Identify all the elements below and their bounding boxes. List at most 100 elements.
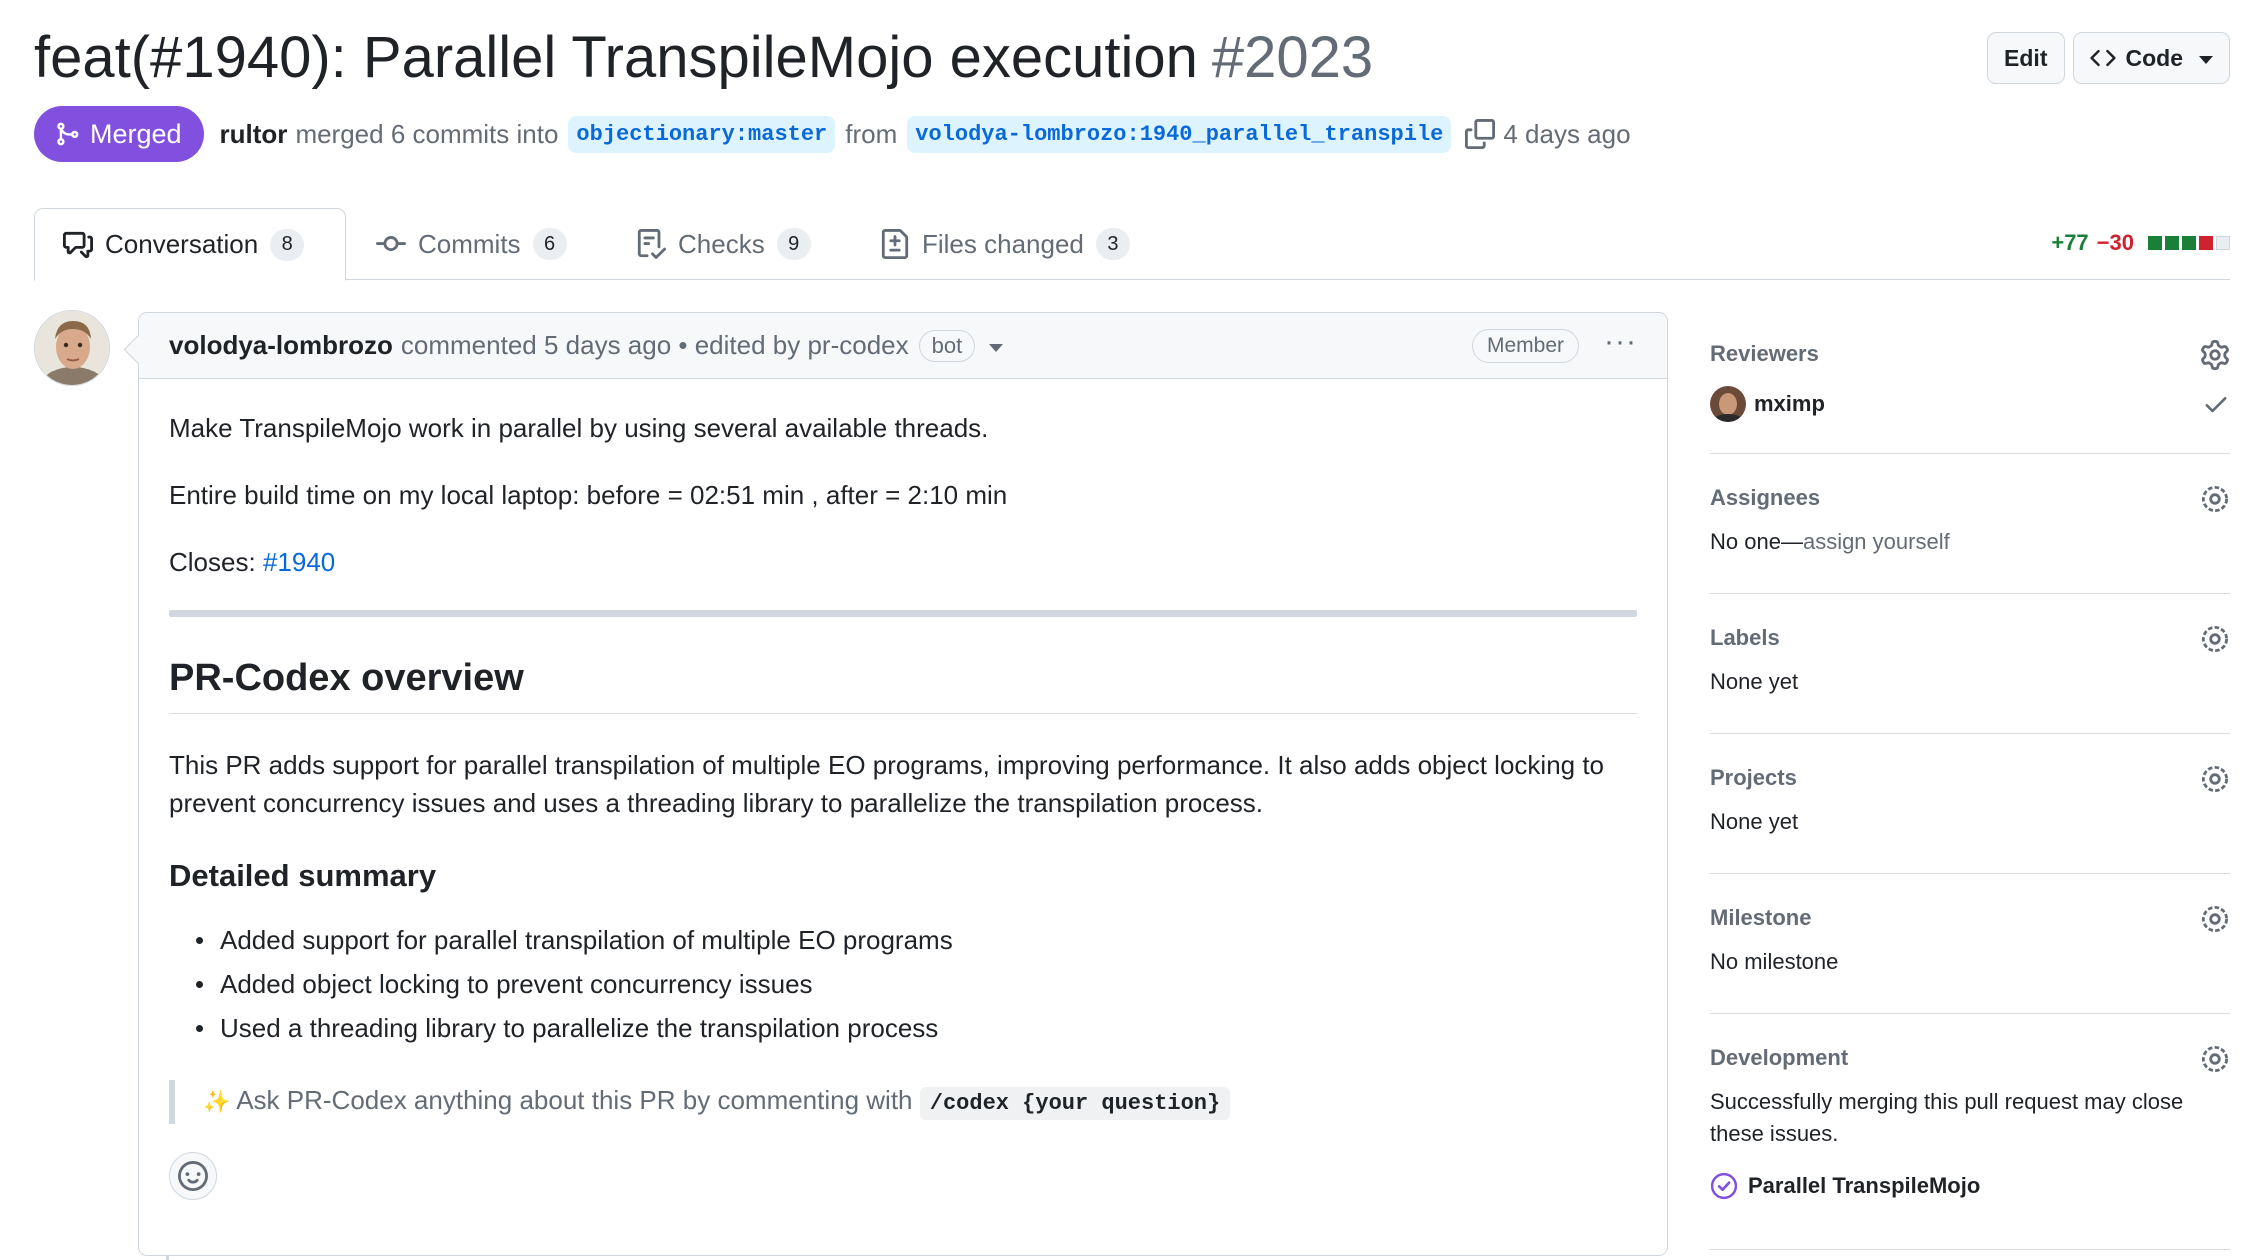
assignees-value: No one—assign yourself xyxy=(1710,526,2230,558)
code-button[interactable]: Code xyxy=(2072,32,2230,84)
add-reaction-button[interactable] xyxy=(169,1152,217,1200)
pr-description-comment: volodya-lombrozo commented 5 days ago • … xyxy=(138,312,1668,1256)
codex-command: /codex {your question} xyxy=(919,1087,1231,1120)
milestone-value: No milestone xyxy=(1710,949,1839,974)
tab-commits[interactable]: Commits 6 xyxy=(376,208,567,280)
comment-action[interactable]: commented 5 days ago • edited by pr-code… xyxy=(401,330,909,361)
assignees-none: No one— xyxy=(1710,529,1803,554)
reviewer-avatar xyxy=(1710,386,1746,422)
development-title: Development xyxy=(1710,1045,1849,1070)
sidebar-reviewers: Reviewers mximp xyxy=(1710,334,2230,454)
gear-icon[interactable] xyxy=(2200,624,2230,654)
git-commit-icon xyxy=(376,236,406,252)
avatar-image xyxy=(35,311,109,385)
comment-author-avatar[interactable] xyxy=(34,310,110,386)
pr-tabs: Conversation 8 Commits 6 Checks 9 Files … xyxy=(34,208,2230,281)
gear-icon[interactable] xyxy=(2200,904,2230,934)
merged-status-label: Merged xyxy=(90,118,182,149)
smiley-icon xyxy=(178,1161,208,1191)
closes-line: Closes: #1940 xyxy=(169,543,1637,581)
gear-icon[interactable] xyxy=(2200,340,2230,370)
gear-icon[interactable] xyxy=(2200,764,2230,794)
comment-discussion-icon xyxy=(63,231,93,258)
diffstat-deletions: −30 xyxy=(2096,230,2134,255)
reviewer-avatar-image xyxy=(1710,386,1746,422)
diffstat-bar xyxy=(2216,236,2230,250)
linked-issue[interactable]: Parallel TranspileMojo xyxy=(1710,1172,2230,1200)
head-branch[interactable]: volodya-lombrozo:1940_parallel_transpile xyxy=(907,115,1452,153)
diffstat[interactable]: +77 −30 xyxy=(2051,230,2230,256)
base-branch[interactable]: objectionary:master xyxy=(568,115,836,153)
sidebar-assignees: Assignees No one—assign yourself xyxy=(1710,454,2230,594)
comment-author[interactable]: volodya-lombrozo xyxy=(169,330,393,361)
codex-quote: ✨ Ask PR-Codex anything about this PR by… xyxy=(169,1080,1637,1124)
overview-text: This PR adds support for parallel transp… xyxy=(169,750,1605,818)
list-item: Used a threading library to parallelize … xyxy=(169,1006,1637,1050)
tab-conversation[interactable]: Conversation 8 xyxy=(34,208,346,281)
reviewers-title: Reviewers xyxy=(1710,341,1819,366)
diffstat-bars xyxy=(2148,236,2230,250)
git-merge-icon xyxy=(57,122,79,146)
tab-files-changed-count: 3 xyxy=(1095,228,1130,260)
list-item: Added object locking to prevent concurre… xyxy=(169,962,1637,1006)
horizontal-rule xyxy=(169,610,1637,617)
assignees-title: Assignees xyxy=(1710,485,1821,510)
merge-time: 4 days ago xyxy=(1503,118,1631,149)
code-icon xyxy=(2089,49,2116,67)
edit-button[interactable]: Edit xyxy=(1987,32,2065,84)
merge-description: merged 6 commits into xyxy=(295,118,559,149)
summary-list: Added support for parallel transpilation… xyxy=(169,918,1637,1050)
comment-paragraph: Make TranspileMojo work in parallel by u… xyxy=(169,413,989,443)
diffstat-bar xyxy=(2182,236,2196,250)
pr-number: #2023 xyxy=(1211,25,1374,90)
reviewer-item[interactable]: mximp xyxy=(1710,386,2230,422)
checklist-icon xyxy=(637,229,666,259)
comment-header: volodya-lombrozo commented 5 days ago • … xyxy=(139,313,1667,379)
tab-checks[interactable]: Checks 9 xyxy=(636,208,811,280)
tab-checks-label: Checks xyxy=(678,228,765,259)
member-badge: Member xyxy=(1471,329,1579,363)
tab-commits-label: Commits xyxy=(418,228,521,259)
edit-history-chevron-icon[interactable] xyxy=(989,343,1004,352)
sidebar-development: Development Successfully merging this pu… xyxy=(1710,1014,2230,1250)
check-icon xyxy=(2205,397,2227,413)
comment-body: Make TranspileMojo work in parallel by u… xyxy=(139,379,1667,1200)
tab-files-changed-label: Files changed xyxy=(922,228,1084,259)
tab-checks-count: 9 xyxy=(776,228,811,260)
sidebar-milestone: Milestone No milestone xyxy=(1710,874,2230,1014)
copy-icon[interactable] xyxy=(1465,119,1496,149)
sidebar-projects: Projects None yet xyxy=(1710,734,2230,874)
chevron-down-icon xyxy=(2199,56,2213,64)
development-value: Successfully merging this pull request m… xyxy=(1710,1089,2184,1146)
gear-icon[interactable] xyxy=(2200,484,2230,514)
overview-heading: PR-Codex overview xyxy=(169,655,1637,714)
diffstat-bar xyxy=(2148,236,2162,250)
tab-files-changed[interactable]: Files changed 3 xyxy=(880,208,1130,280)
assign-yourself-link[interactable]: assign yourself xyxy=(1803,529,1950,554)
milestone-title: Milestone xyxy=(1710,905,1812,930)
bot-badge: bot xyxy=(918,329,976,362)
pr-sidebar: Reviewers mximp Assignees No one—assign … xyxy=(1710,334,2230,1250)
merged-status-badge: Merged xyxy=(34,106,204,162)
pr-title-text: feat(#1940): Parallel TranspileMojo exec… xyxy=(34,25,1198,90)
linked-issue-title: Parallel TranspileMojo xyxy=(1748,1173,1981,1198)
list-item: Added support for parallel transpilation… xyxy=(169,918,1637,962)
issue-link[interactable]: #1940 xyxy=(263,547,335,577)
merger-link[interactable]: rultor xyxy=(220,119,288,150)
summary-heading: Detailed summary xyxy=(169,858,437,893)
file-diff-icon xyxy=(881,229,909,259)
labels-title: Labels xyxy=(1710,625,1780,650)
kebab-menu-icon[interactable]: ··· xyxy=(1604,325,1637,359)
sidebar-labels: Labels None yet xyxy=(1710,594,2230,734)
closes-label: Closes: xyxy=(169,547,256,577)
comment-paragraph: Entire build time on my local laptop: be… xyxy=(169,480,1008,510)
pr-title: feat(#1940): Parallel TranspileMojo exec… xyxy=(34,22,1373,94)
projects-title: Projects xyxy=(1710,765,1797,790)
projects-value: None yet xyxy=(1710,809,1799,834)
reviewer-name: mximp xyxy=(1754,391,1825,416)
gear-icon[interactable] xyxy=(2200,1044,2230,1074)
tab-conversation-label: Conversation xyxy=(105,229,259,259)
codex-quote-text: Ask PR-Codex anything about this PR by c… xyxy=(236,1085,913,1115)
issue-closed-icon xyxy=(1710,1172,1738,1200)
sparkles-icon: ✨ xyxy=(203,1089,231,1114)
